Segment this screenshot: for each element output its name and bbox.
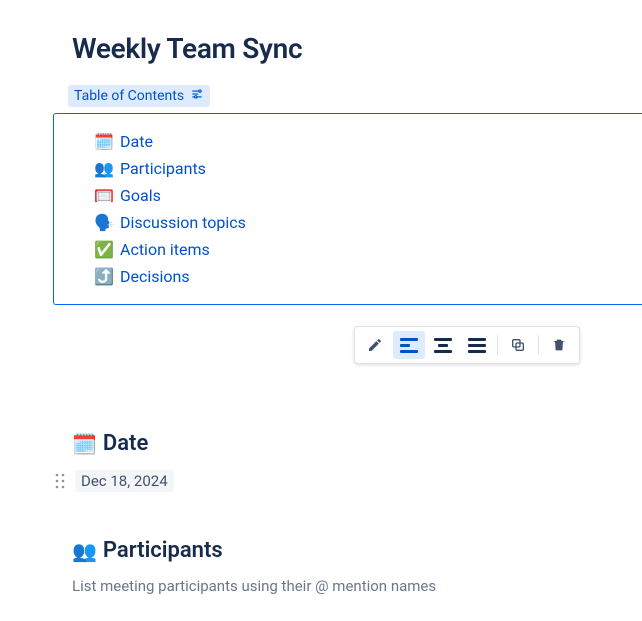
toc-panel: 🗓️ Date 👥 Participants 🥅 Goals 🗣️ Discus… — [53, 113, 642, 305]
toc-item-date[interactable]: 🗓️ Date — [94, 132, 642, 151]
section-heading-date: 🗓️ Date — [72, 431, 642, 456]
date-value[interactable]: Dec 18, 2024 — [75, 470, 174, 492]
calendar-icon: 🗓️ — [72, 432, 97, 456]
toc-link-label: Decisions — [120, 267, 190, 286]
settings-icon — [190, 87, 204, 105]
people-icon: 👥 — [94, 159, 114, 178]
page-title: Weekly Team Sync — [72, 32, 642, 65]
heading-text: Participants — [103, 538, 223, 563]
toc-link-label: Participants — [120, 159, 206, 178]
toc-item-actions[interactable]: ✅ Action items — [94, 240, 642, 259]
macro-toolbar — [354, 326, 580, 364]
participants-placeholder[interactable]: List meeting participants using their @ … — [72, 577, 642, 595]
toc-item-decisions[interactable]: ⤴️ Decisions — [94, 267, 642, 286]
section-participants: 👥 Participants List meeting participants… — [72, 538, 642, 595]
align-center-button[interactable] — [427, 331, 459, 359]
toc-macro-label[interactable]: Table of Contents — [68, 85, 210, 107]
toolbar-separator — [538, 335, 539, 355]
section-heading-participants: 👥 Participants — [72, 538, 642, 563]
toc-item-participants[interactable]: 👥 Participants — [94, 159, 642, 178]
align-left-button[interactable] — [393, 331, 425, 359]
toc-list: 🗓️ Date 👥 Participants 🥅 Goals 🗣️ Discus… — [94, 132, 642, 286]
section-date: 🗓️ Date Dec 18, 2024 — [72, 431, 642, 492]
goal-icon: 🥅 — [94, 186, 114, 205]
toc-label-text: Table of Contents — [74, 88, 184, 104]
delete-button[interactable] — [543, 331, 575, 359]
toc-link-label: Date — [120, 132, 153, 151]
toolbar-separator — [497, 335, 498, 355]
speaking-icon: 🗣️ — [94, 213, 114, 232]
arrow-icon: ⤴️ — [94, 267, 114, 286]
edit-button[interactable] — [359, 331, 391, 359]
people-icon: 👥 — [72, 539, 97, 563]
copy-button[interactable] — [502, 331, 534, 359]
toc-link-label: Action items — [120, 240, 210, 259]
align-full-button[interactable] — [461, 331, 493, 359]
toc-item-discussion[interactable]: 🗣️ Discussion topics — [94, 213, 642, 232]
toc-item-goals[interactable]: 🥅 Goals — [94, 186, 642, 205]
calendar-icon: 🗓️ — [94, 132, 114, 151]
drag-handle-icon[interactable] — [55, 473, 65, 489]
heading-text: Date — [103, 431, 148, 456]
check-icon: ✅ — [94, 240, 114, 259]
toc-link-label: Goals — [120, 186, 161, 205]
toc-link-label: Discussion topics — [120, 213, 246, 232]
